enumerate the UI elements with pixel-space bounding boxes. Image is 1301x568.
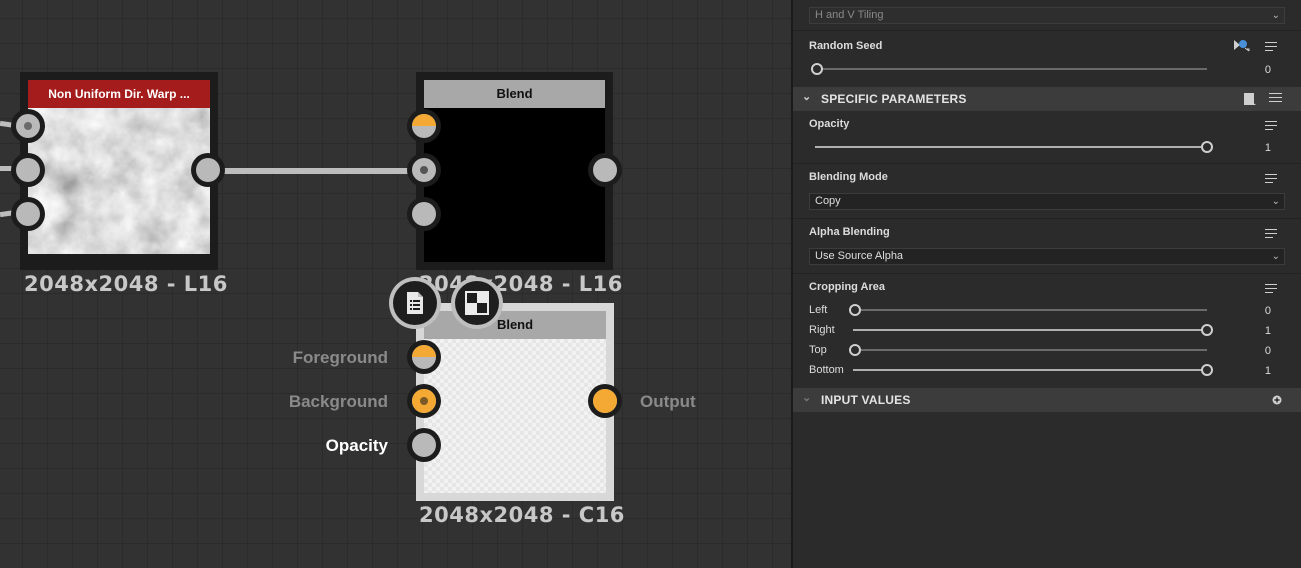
crop-top-label: Top [809, 344, 827, 356]
blending-mode-dropdown[interactable]: Copy ⌄ [809, 193, 1285, 210]
input-port-foreground[interactable] [407, 109, 441, 143]
node-title: Non Uniform Dir. Warp ... [28, 80, 210, 108]
crop-right-knob[interactable] [1201, 324, 1213, 336]
opacity-label: Opacity [809, 118, 850, 130]
checker-button[interactable] [451, 277, 503, 329]
crop-top-slider[interactable] [853, 349, 1207, 351]
port-label-background: Background [288, 392, 388, 411]
preset-icon[interactable] [1243, 92, 1257, 106]
crop-right-value: 1 [1264, 325, 1271, 337]
document-list-icon [407, 292, 423, 314]
node-resolution: 2048x2048 - L16 [419, 272, 623, 296]
input-port-opacity[interactable] [407, 428, 441, 462]
checker-icon [465, 291, 489, 315]
chevron-down-icon: ⌄ [1271, 196, 1280, 207]
opacity-value: 1 [1264, 142, 1271, 154]
input-port[interactable] [11, 153, 45, 187]
tiling-value: H and V Tiling [815, 9, 884, 21]
chevron-down-icon: ⌄ [802, 91, 812, 103]
crop-left-value: 0 [1264, 305, 1271, 317]
crop-bottom-slider[interactable] [853, 369, 1207, 371]
alpha-blending-value: Use Source Alpha [815, 250, 904, 262]
node-title: Blend [424, 311, 606, 339]
opacity-knob[interactable] [1201, 141, 1213, 153]
output-port[interactable] [588, 153, 622, 187]
crop-bottom-value: 1 [1264, 365, 1271, 377]
warp-texture-image [28, 108, 210, 254]
input-port-background[interactable] [407, 384, 441, 418]
tiling-dropdown[interactable]: H and V Tiling ⌄ [809, 7, 1285, 24]
param-menu-icon[interactable] [1265, 284, 1279, 296]
specific-parameters-section[interactable]: ⌄ SPECIFIC PARAMETERS [793, 87, 1301, 111]
output-port[interactable] [191, 153, 225, 187]
document-list-button[interactable] [389, 277, 441, 329]
chevron-down-icon: ⌄ [1271, 10, 1280, 21]
crop-left-knob[interactable] [849, 304, 861, 316]
param-menu-icon[interactable] [1265, 174, 1279, 186]
param-menu-icon[interactable] [1265, 121, 1279, 133]
port-label-output: Output [640, 392, 696, 411]
random-seed-knob[interactable] [811, 63, 823, 75]
properties-panel: H and V Tiling ⌄ Random Seed 0 ⌄ SPECIFI… [793, 0, 1301, 568]
separator [793, 163, 1301, 164]
section-title: INPUT VALUES [821, 393, 911, 407]
node-blend-1[interactable]: Blend [416, 72, 613, 270]
blending-mode-value: Copy [815, 195, 841, 207]
random-seed-icon[interactable] [1233, 38, 1251, 52]
node-resolution: 2048x2048 - L16 [24, 272, 228, 296]
node-resolution: 2048x2048 - C16 [419, 503, 625, 527]
input-port[interactable] [11, 109, 45, 143]
random-seed-value: 0 [1264, 64, 1271, 76]
node-title: Blend [424, 80, 605, 108]
crop-right-label: Right [809, 324, 835, 336]
cropping-area-label: Cropping Area [809, 281, 885, 293]
input-port[interactable] [11, 197, 45, 231]
separator [793, 30, 1301, 31]
param-menu-icon[interactable] [1265, 42, 1279, 54]
crop-left-slider[interactable] [853, 309, 1207, 311]
graph-canvas[interactable]: Non Uniform Dir. Warp ... 2048x2048 - L1… [0, 0, 791, 568]
crop-top-knob[interactable] [849, 344, 861, 356]
node-preview-thumbnail [424, 108, 605, 262]
input-port-background[interactable] [407, 153, 441, 187]
input-port-foreground[interactable] [407, 340, 441, 374]
port-label-opacity: Opacity [325, 436, 388, 455]
output-port[interactable] [588, 384, 622, 418]
node-preview-checker [424, 339, 606, 493]
crop-left-label: Left [809, 304, 828, 316]
connection-wire[interactable] [222, 168, 418, 174]
blending-mode-label: Blending Mode [809, 171, 888, 183]
alpha-blending-dropdown[interactable]: Use Source Alpha ⌄ [809, 248, 1285, 265]
node-blend-2-selected[interactable]: Blend [416, 303, 614, 501]
random-seed-label: Random Seed [809, 40, 883, 52]
crop-top-value: 0 [1264, 345, 1271, 357]
add-icon[interactable] [1272, 395, 1282, 405]
node-preview-thumbnail [28, 108, 210, 262]
random-seed-slider[interactable] [815, 68, 1207, 70]
section-menu-icon[interactable] [1269, 93, 1283, 105]
node-non-uniform-warp[interactable]: Non Uniform Dir. Warp ... [20, 72, 218, 270]
separator [793, 273, 1301, 274]
port-label-foreground: Foreground [292, 348, 388, 367]
chevron-down-icon: ⌄ [802, 392, 812, 404]
crop-bottom-knob[interactable] [1201, 364, 1213, 376]
alpha-blending-label: Alpha Blending [809, 226, 890, 238]
crop-bottom-label: Bottom [809, 364, 844, 376]
input-values-section[interactable]: ⌄ INPUT VALUES [793, 388, 1301, 412]
input-port-opacity[interactable] [407, 197, 441, 231]
param-menu-icon[interactable] [1265, 229, 1279, 241]
section-title: SPECIFIC PARAMETERS [821, 92, 967, 106]
chevron-down-icon: ⌄ [1271, 251, 1280, 262]
separator [793, 218, 1301, 219]
crop-right-slider[interactable] [853, 329, 1207, 331]
opacity-slider[interactable] [815, 146, 1207, 148]
